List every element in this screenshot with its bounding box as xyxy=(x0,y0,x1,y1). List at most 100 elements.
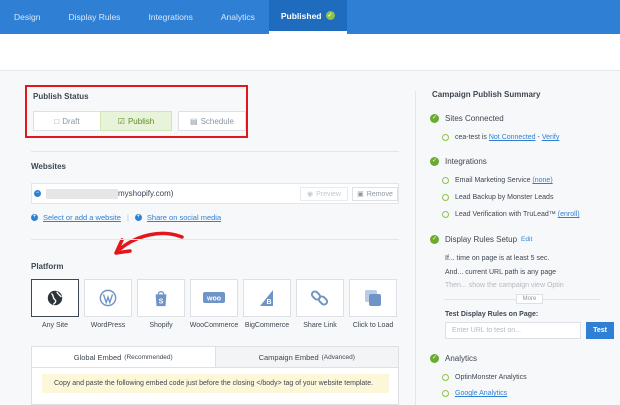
tab-note: (Advanced) xyxy=(321,353,355,361)
tab-integrations[interactable]: Integrations xyxy=(134,0,206,34)
status-ring-icon xyxy=(442,134,449,141)
document-icon: □ xyxy=(54,116,60,126)
remove-label: Remove xyxy=(366,190,393,198)
publish-summary-column: Campaign Publish Summary ✓ Sites Connect… xyxy=(430,71,620,405)
svg-text:woo: woo xyxy=(206,296,221,303)
platform-label: BigCommerce xyxy=(244,322,290,329)
tab-published[interactable]: Published ✓ xyxy=(268,0,347,34)
platform-tile xyxy=(296,279,344,317)
integration-text: Lead Backup by Monster Leads xyxy=(455,194,554,201)
preview-button[interactable]: ◉ Preview xyxy=(300,187,348,201)
check-circle-icon: ✓ xyxy=(430,157,439,166)
site-connection-status: cea-test is Not Connected - Verify xyxy=(442,134,559,141)
integration-text: Email Marketing Service xyxy=(455,177,531,184)
remove-button[interactable]: ▣ Remove xyxy=(352,187,398,201)
integration-item: Email Marketing Service (none) xyxy=(442,177,553,184)
tab-label: Integrations xyxy=(148,12,193,22)
tab-display-rules[interactable]: Display Rules xyxy=(54,0,134,34)
verify-link[interactable]: Verify xyxy=(542,134,560,141)
redacted-subdomain xyxy=(46,189,118,199)
platform-click-to-load[interactable]: Click to Load xyxy=(349,279,397,329)
platform-tile: B xyxy=(243,279,291,317)
globe-icon xyxy=(47,290,63,306)
rule-line: And... current URL path is any page xyxy=(445,269,557,276)
analytics-item: Google Analytics xyxy=(442,390,507,397)
platform-label: Any Site xyxy=(41,322,69,329)
tab-label: Campaign Embed xyxy=(258,352,319,362)
status-ring-icon xyxy=(442,211,449,218)
platform-tile xyxy=(84,279,132,317)
status-ring-icon xyxy=(442,374,449,381)
test-button[interactable]: Test xyxy=(586,322,614,339)
summary-title: Campaign Publish Summary xyxy=(432,90,541,99)
not-connected-link[interactable]: Not Connected xyxy=(489,134,536,141)
platform-bigcommerce[interactable]: B BigCommerce xyxy=(243,279,291,329)
shopify-icon: S xyxy=(155,291,167,307)
display-rules-heading: ✓ Display Rules Setup Edit xyxy=(430,235,532,244)
platform-woocommerce[interactable]: woo WooCommerce xyxy=(190,279,238,329)
google-analytics-link[interactable]: Google Analytics xyxy=(455,390,507,397)
section-title: Analytics xyxy=(445,354,478,363)
checkbox-icon: ☑ xyxy=(117,116,125,126)
sub-header-bar xyxy=(0,34,620,71)
stack-icon xyxy=(365,290,381,306)
platform-label: Shopify xyxy=(149,322,173,329)
platform-wordpress[interactable]: WordPress xyxy=(84,279,132,329)
bigcommerce-icon: B xyxy=(260,290,273,306)
section-title: Display Rules Setup xyxy=(445,235,518,244)
rule-line: If... time on page is at least 5 sec. xyxy=(445,255,550,262)
platform-tile: woo xyxy=(190,279,238,317)
integration-link[interactable]: (enroll) xyxy=(558,211,580,218)
integration-item: Lead Verification with TruLead™ (enroll) xyxy=(442,211,580,218)
edit-rules-link[interactable]: Edit xyxy=(521,236,532,243)
tab-campaign-embed[interactable]: Campaign Embed (Advanced) xyxy=(214,347,398,367)
check-circle-icon: ✓ xyxy=(430,235,439,244)
draft-label: Draft xyxy=(62,116,80,126)
remove-site-icon[interactable]: − xyxy=(34,190,41,197)
check-circle-icon: ✓ xyxy=(430,354,439,363)
woocommerce-icon: woo xyxy=(203,292,225,303)
status-ring-icon xyxy=(442,194,449,201)
check-circle-icon: ✓ xyxy=(430,114,439,123)
test-url-input[interactable]: Enter URL to test on... xyxy=(445,322,581,339)
status-ring-icon xyxy=(442,390,449,397)
section-divider xyxy=(31,151,399,152)
tab-label: Analytics xyxy=(220,12,255,22)
site-domain: myshopify.com) xyxy=(118,189,174,198)
svg-text:B: B xyxy=(266,299,271,306)
platform-share-link[interactable]: Share Link xyxy=(296,279,344,329)
link-icon xyxy=(311,290,329,306)
site-name-text: cea-test is xyxy=(455,134,487,141)
status-ring-icon xyxy=(442,177,449,184)
tab-label: Published xyxy=(280,10,322,21)
publish-status-title: Publish Status xyxy=(33,92,89,101)
platform-label: Share Link xyxy=(303,322,337,329)
platform-shopify[interactable]: S Shopify xyxy=(137,279,185,329)
preview-label: Preview xyxy=(316,190,341,198)
platform-tile xyxy=(349,279,397,317)
annotation-arrow-icon xyxy=(114,231,184,255)
schedule-button[interactable]: ▤ Schedule xyxy=(178,111,246,131)
embed-panel: Copy and paste the following embed code … xyxy=(31,368,399,405)
share-social-link[interactable]: Share on social media xyxy=(147,213,221,222)
tab-note: (Recommended) xyxy=(124,353,173,361)
platform-tile xyxy=(31,279,79,317)
integration-item: Lead Backup by Monster Leads xyxy=(442,194,553,201)
more-button[interactable]: More xyxy=(516,294,543,304)
tab-analytics[interactable]: Analytics xyxy=(207,0,269,34)
publish-button[interactable]: ☑ Publish xyxy=(100,111,172,131)
tab-design[interactable]: Design xyxy=(0,0,54,34)
publish-label: Publish xyxy=(127,116,155,126)
draft-button[interactable]: □ Draft xyxy=(33,111,100,131)
sites-connected-heading: ✓ Sites Connected xyxy=(430,114,504,123)
tab-label: Design xyxy=(14,12,41,22)
platform-title: Platform xyxy=(31,262,64,271)
section-title: Sites Connected xyxy=(445,114,504,123)
integration-link[interactable]: (none) xyxy=(532,177,552,184)
select-website-link[interactable]: Select or add a website xyxy=(43,213,121,222)
rule-line: Then... show the campaign view Optin xyxy=(445,282,564,289)
platform-any-site[interactable]: Any Site xyxy=(31,279,79,329)
wordpress-icon xyxy=(99,289,117,307)
trash-icon: ▣ xyxy=(357,191,364,198)
tab-global-embed[interactable]: Global Embed (Recommended) xyxy=(32,347,215,367)
